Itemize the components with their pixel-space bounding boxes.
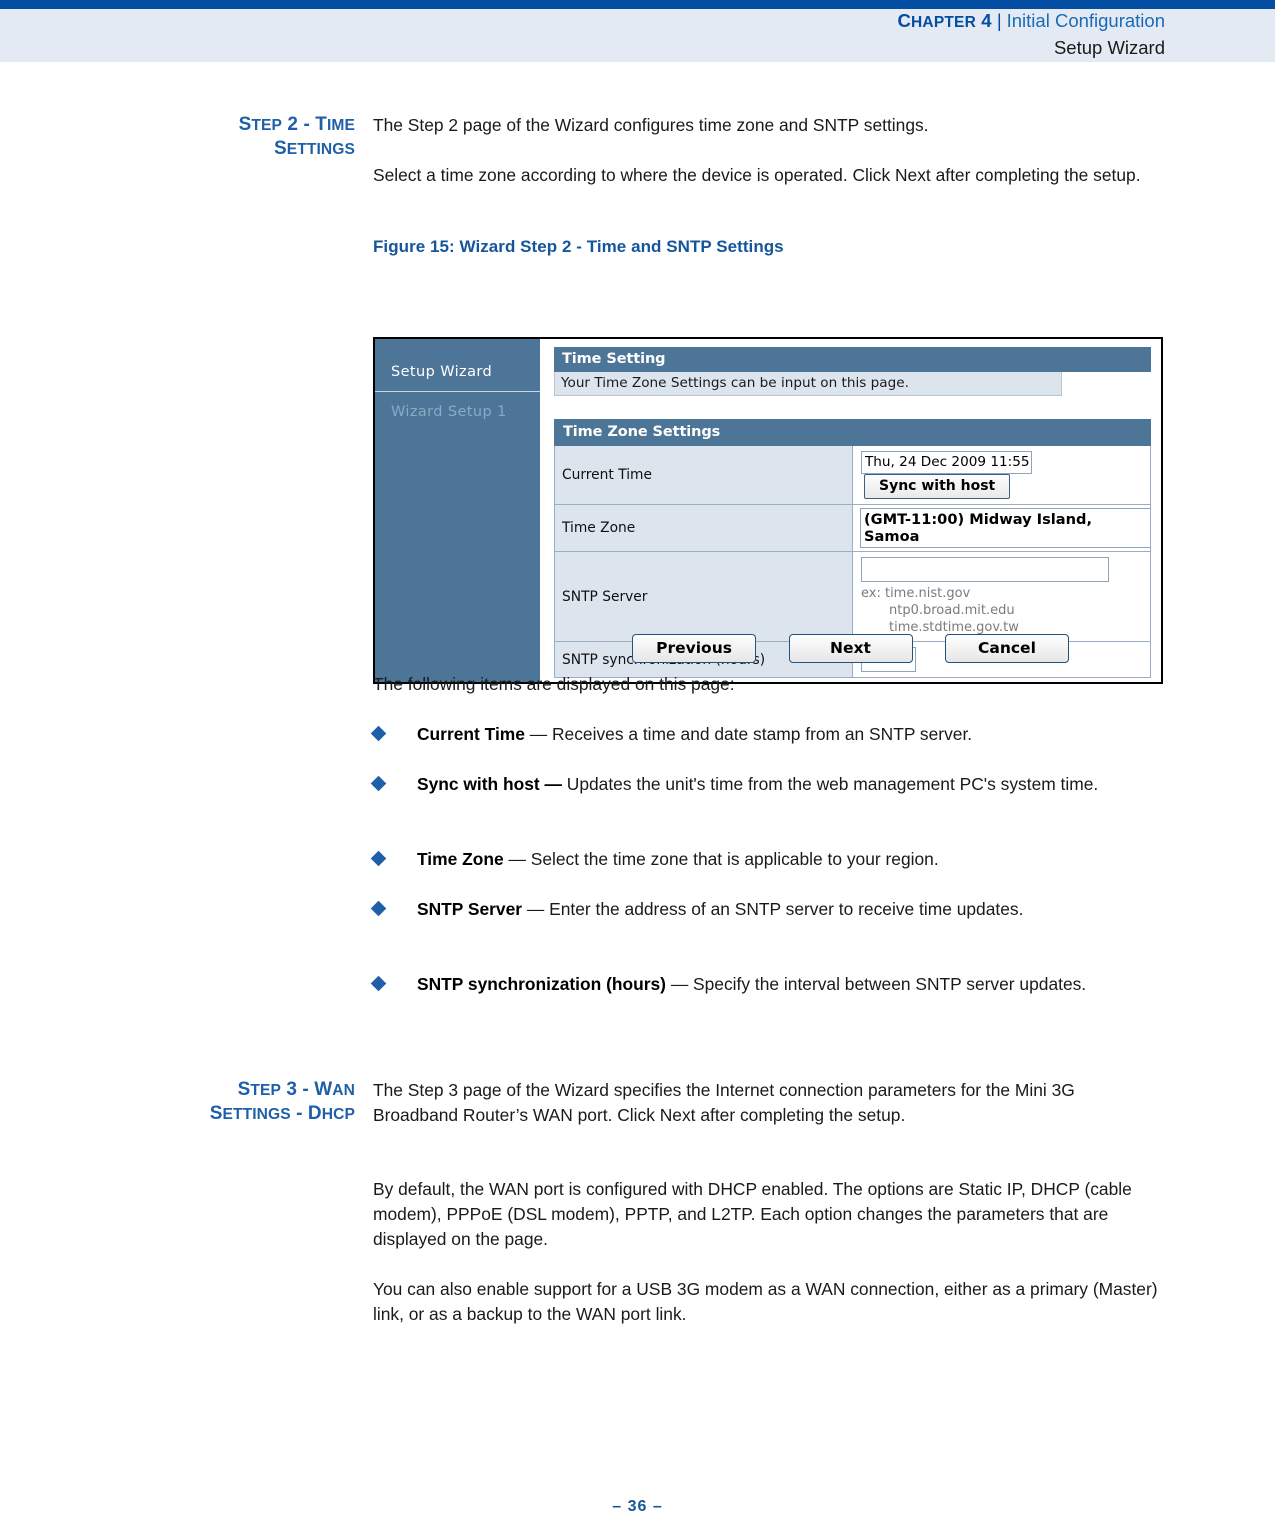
step3-para3: You can also enable support for a USB 3G… [373,1279,1158,1325]
bullet-dash-sntp-synchronization: — [670,974,689,994]
margin-heading-step2: STEP 2 - TIME SETTINGS [0,113,355,162]
value-time-zone: (GMT-11:00) Midway Island, Samoa [852,504,1151,552]
header-subtitle: Setup Wizard [1053,37,1165,59]
step3-para2-wrap: By default, the WAN port is configured w… [373,1177,1163,1253]
figure-caption-wrap: Figure 15: Wizard Step 2 - Time and SNTP… [373,237,1163,257]
bullet-desc-current-time: Receives a time and date stamp from an S… [547,724,973,744]
panel-title-time-setting: Time Setting [554,347,1151,372]
table-row-sntp-server: SNTP Server ex: time.nist.gov ntp0.broad… [554,550,1151,643]
step2-para2: Select a time zone according to where th… [373,165,1141,185]
figure-wizard-step2-screenshot: Setup Wizard Wizard Setup 1 Time Setting… [373,337,1163,684]
current-time-input[interactable]: Thu, 24 Dec 2009 11:55:00 [861,451,1032,474]
bullet-sntp-server: SNTP Server — Enter the address of an SN… [370,897,1163,922]
step2-para1: The Step 2 page of the Wizard configures… [373,115,929,135]
table-row-time-zone: Time Zone (GMT-11:00) Midway Island, Sam… [554,504,1151,552]
bullet-diamond-icon [370,975,387,992]
panel-description: Your Time Zone Settings can be input on … [554,372,1062,396]
step2-intro-items-wrap: The following items are displayed on thi… [373,672,1163,697]
page-number: – 36 – [612,1498,663,1515]
table-header-row: Time Zone Settings [554,419,1151,446]
bullet-diamond-icon [370,775,387,792]
bullet-term-sntp-synchronization: SNTP synchronization (hours) [417,974,666,994]
app-main-panel: Time Setting Your Time Zone Settings can… [540,339,1161,682]
step2-para2-wrap: Select a time zone according to where th… [373,163,1163,188]
margin-heading-step3: STEP 3 - WAN SETTINGS - DHCP [0,1078,355,1127]
step3-para1: The Step 3 page of the Wizard specifies … [373,1080,1075,1126]
bullet-dash-sntp-server: — [526,899,545,919]
chapter-title: Initial Configuration [1006,10,1165,31]
sntp-server-examples: ex: time.nist.gov ntp0.broad.mit.edu tim… [861,585,1143,636]
bullet-time-zone: Time Zone — Select the time zone that is… [370,847,1163,872]
bullet-dash-current-time: — [529,724,548,744]
value-sntp-server: ex: time.nist.gov ntp0.broad.mit.edu tim… [852,550,1151,643]
sntp-example-0: ex: time.nist.gov [861,586,971,601]
chapter-label: CHAPTER 4 [897,10,992,31]
bullet-term-current-time: Current Time [417,724,525,744]
cancel-button[interactable]: Cancel [944,634,1069,663]
bullet-term-sync-with-host: Sync with host — [417,774,562,794]
bullet-term-sntp-server: SNTP Server [417,899,523,919]
previous-button[interactable]: Previous [632,634,757,663]
figure-caption: Figure 15: Wizard Step 2 - Time and SNTP… [373,237,784,256]
header-text-block: CHAPTER 4 | Initial Configuration Setup Wi… [897,8,1165,62]
step3-para2: By default, the WAN port is configured w… [373,1179,1132,1250]
sync-with-host-button[interactable]: Sync with host [864,474,1011,499]
margin-heading-step2-line1: STEP 2 - TIME [238,114,355,135]
time-zone-select[interactable]: (GMT-11:00) Midway Island, Samoa [860,508,1151,548]
table-header-label: Time Zone Settings [554,419,1151,446]
bullet-current-time: Current Time — Receives a time and date … [370,722,1163,747]
bullet-desc-sntp-server: Enter the address of an SNTP server to r… [544,899,1024,919]
page-footer: – 36 – [0,1498,1275,1516]
app-nav-item-setup-wizard[interactable]: Setup Wizard [375,355,540,392]
margin-heading-step3-line2: SETTINGS - DHCP [209,1103,355,1125]
bullet-sync-with-host: Sync with host — Updates the unit's time… [370,772,1163,797]
label-time-zone: Time Zone [554,504,853,552]
step2-intro-items: The following items are displayed on thi… [373,674,735,694]
bullet-diamond-icon [370,900,387,917]
bullet-desc-sntp-synchronization: Specify the interval between SNTP server… [688,974,1087,994]
header-separator: | [996,10,1002,31]
sntp-server-input[interactable] [861,557,1109,582]
label-sntp-server: SNTP Server [554,550,853,643]
margin-heading-step2-line2: SETTINGS [273,138,355,160]
app-sidebar: Setup Wizard Wizard Setup 1 [375,339,540,682]
step3-para3-wrap: You can also enable support for a USB 3G… [373,1277,1163,1327]
step3-para1-wrap: The Step 3 page of the Wizard specifies … [373,1078,1163,1128]
page-header: CHAPTER 4 | Initial Configuration Setup Wi… [0,0,1275,62]
bullet-diamond-icon [370,850,387,867]
margin-heading-step3-line1: STEP 3 - WAN [237,1079,355,1100]
bullet-dash-time-zone: — [508,849,526,869]
bullet-sntp-synchronization: SNTP synchronization (hours) — Specify t… [370,972,1163,997]
bullet-term-time-zone: Time Zone [417,849,504,869]
value-current-time: Thu, 24 Dec 2009 11:55:00Sync with host [852,445,1151,505]
wizard-button-row: Previous Next Cancel [540,634,1161,663]
app-nav-item-wizard-setup-1[interactable]: Wizard Setup 1 [375,392,540,429]
table-row-current-time: Current Time Thu, 24 Dec 2009 11:55:00Sy… [554,445,1151,505]
bullet-desc-sync-with-host: Updates the unit's time from the web man… [561,774,1099,794]
bullet-desc-time-zone: Select the time zone that is applicable … [525,849,939,869]
step2-para1-wrap: The Step 2 page of the Wizard configures… [373,113,1163,138]
label-current-time: Current Time [554,445,853,505]
next-button[interactable]: Next [788,634,913,663]
sntp-example-1: ntp0.broad.mit.edu [889,603,1015,619]
bullet-diamond-icon [370,725,387,742]
